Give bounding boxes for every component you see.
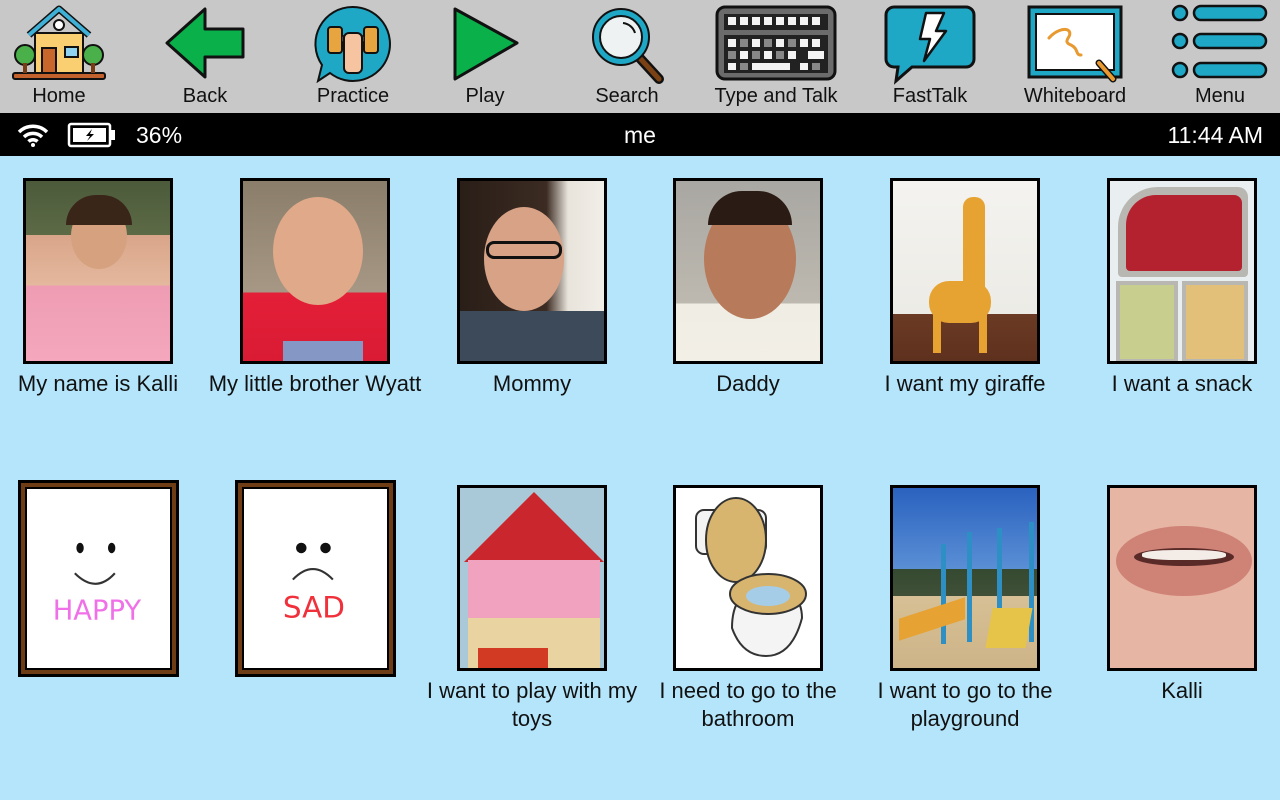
menu-list-icon bbox=[1171, 4, 1268, 79]
cell-label: My little brother Wyatt bbox=[208, 371, 422, 396]
fasttalk-button[interactable]: FastTalk bbox=[875, 0, 985, 113]
battery-charging-icon bbox=[67, 122, 115, 148]
dollhouse-photo bbox=[457, 485, 607, 671]
back-label: Back bbox=[182, 85, 228, 107]
battery-percent: 36% bbox=[136, 122, 183, 148]
cell-label: I want to play with my toys bbox=[426, 678, 638, 731]
whiteboard-button[interactable]: Whiteboard bbox=[1020, 0, 1130, 113]
status-bar: 36% me 11:44 AM bbox=[0, 113, 1280, 156]
whiteboard-icon bbox=[1027, 5, 1123, 83]
page-title: me bbox=[624, 122, 656, 148]
cell-label: Daddy bbox=[716, 371, 780, 396]
giraffe-photo bbox=[890, 178, 1040, 364]
arrow-left-icon bbox=[165, 7, 245, 79]
cell-label: My name is Kalli bbox=[17, 371, 179, 396]
snack-photo bbox=[1107, 178, 1257, 364]
daddy-photo bbox=[673, 178, 823, 364]
type-and-talk-button[interactable]: Type and Talk bbox=[706, 0, 846, 113]
lips-photo bbox=[1107, 485, 1257, 671]
cell-label: I want a snack bbox=[1111, 371, 1253, 396]
cell-label: Mommy bbox=[492, 371, 572, 396]
whiteboard-label: Whiteboard bbox=[1023, 85, 1127, 107]
playground-photo bbox=[890, 485, 1040, 671]
cell-label: I need to go to the bathroom bbox=[659, 678, 837, 731]
cell-label: Kalli bbox=[1161, 678, 1203, 703]
wyatt-photo bbox=[240, 178, 390, 364]
house-icon bbox=[12, 5, 106, 80]
lightning-bubble-icon bbox=[884, 5, 976, 85]
svg-text:SAD: SAD bbox=[283, 590, 345, 624]
practice-button[interactable]: Practice bbox=[298, 0, 408, 113]
type-and-talk-label: Type and Talk bbox=[714, 85, 838, 107]
play-label: Play bbox=[465, 85, 505, 107]
fasttalk-label: FastTalk bbox=[892, 85, 968, 107]
kalli-photo bbox=[23, 178, 173, 364]
mommy-photo bbox=[457, 178, 607, 364]
clock: 11:44 AM bbox=[1167, 122, 1263, 148]
happy-face-icon: HAPPY bbox=[53, 542, 142, 627]
sad-drawing: SAD bbox=[235, 480, 396, 677]
search-button[interactable]: Search bbox=[572, 0, 682, 113]
dumbbell-icon bbox=[314, 5, 391, 83]
svg-text:HAPPY: HAPPY bbox=[53, 596, 142, 627]
play-icon bbox=[453, 7, 519, 81]
top-toolbar: Home Back Practice Play Search Type and … bbox=[0, 0, 1280, 113]
menu-label: Menu bbox=[1194, 85, 1246, 107]
keyboard-icon bbox=[715, 5, 837, 81]
cell-label: I want my giraffe bbox=[884, 371, 1046, 396]
toilet-icon bbox=[695, 497, 807, 658]
back-button[interactable]: Back bbox=[150, 0, 260, 113]
wifi-icon bbox=[17, 124, 49, 147]
magnifier-icon bbox=[592, 8, 664, 84]
home-label: Home bbox=[32, 85, 86, 107]
practice-label: Practice bbox=[316, 85, 390, 107]
menu-button[interactable]: Menu bbox=[1165, 0, 1275, 113]
cell-label: I want to go to the playground bbox=[877, 678, 1053, 731]
toilet-image bbox=[673, 485, 823, 671]
home-button[interactable]: Home bbox=[4, 0, 114, 113]
search-label: Search bbox=[595, 85, 659, 107]
play-button[interactable]: Play bbox=[430, 0, 540, 113]
sad-face-icon: SAD bbox=[283, 542, 345, 624]
happy-drawing: HAPPY bbox=[18, 480, 179, 677]
